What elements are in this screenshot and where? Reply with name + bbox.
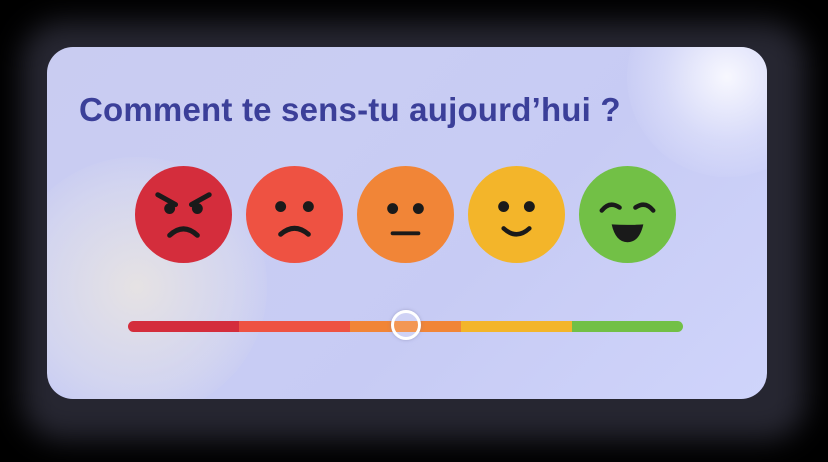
mood-card: Comment te sens-tu aujourd’hui ? [47, 47, 767, 399]
face-circle [356, 165, 455, 264]
slider-segment [239, 321, 350, 332]
sad-face-icon[interactable] [245, 165, 344, 264]
question-title: Comment te sens-tu aujourd’hui ? [79, 91, 621, 128]
slider-segment [461, 321, 572, 332]
face-circle [578, 165, 677, 264]
slider-segment [128, 321, 239, 332]
face-circle [245, 165, 344, 264]
face-circle [134, 165, 233, 264]
angry-face-icon[interactable] [134, 165, 233, 264]
smiling-face-icon[interactable] [467, 165, 566, 264]
face-circle [467, 165, 566, 264]
slider-segment [572, 321, 683, 332]
grinning-face-icon[interactable] [578, 165, 677, 264]
mood-slider[interactable] [128, 303, 683, 343]
slider-thumb[interactable] [391, 310, 421, 340]
neutral-face-icon[interactable] [356, 165, 455, 264]
mood-faces-row [134, 163, 684, 267]
screenshot-stage: Comment te sens-tu aujourd’hui ? [0, 0, 828, 462]
